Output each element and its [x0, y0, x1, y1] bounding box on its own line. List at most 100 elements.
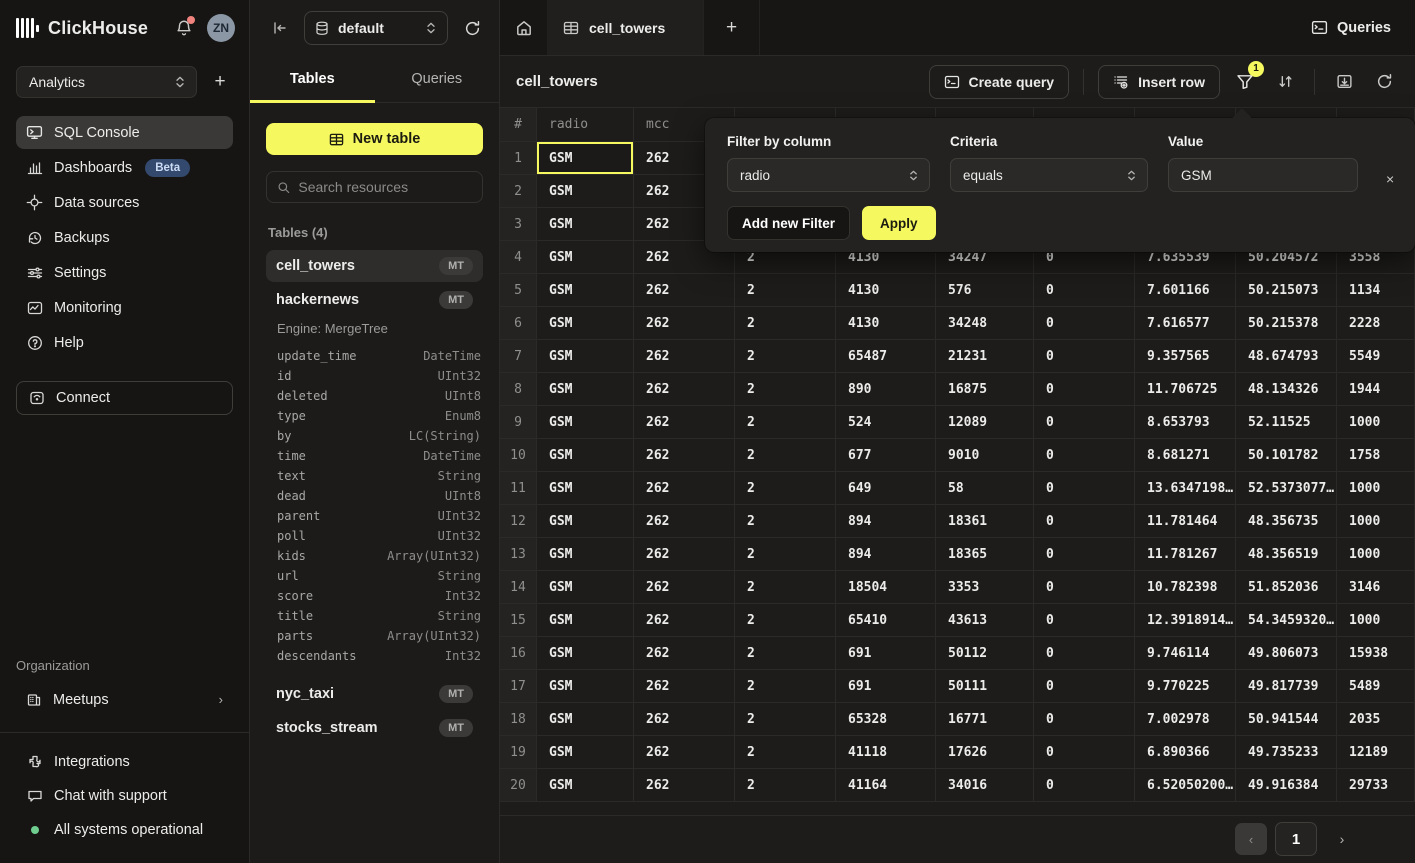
data-cell[interactable]: 16771 [936, 703, 1034, 735]
data-cell[interactable]: 2 [735, 406, 836, 438]
data-cell[interactable]: 262 [634, 307, 735, 339]
avatar[interactable]: ZN [207, 14, 235, 42]
data-cell[interactable]: 9.746114 [1135, 637, 1236, 669]
data-cell[interactable]: 48.356735 [1236, 505, 1337, 537]
data-cell[interactable]: 2 [735, 637, 836, 669]
data-cell[interactable]: 8.681271 [1135, 439, 1236, 471]
data-cell[interactable]: GSM [537, 505, 634, 537]
data-cell[interactable]: 262 [634, 274, 735, 306]
data-cell[interactable]: 1000 [1337, 604, 1415, 636]
data-cell[interactable]: 894 [836, 505, 936, 537]
data-cell[interactable]: 51.852036 [1236, 571, 1337, 603]
data-cell[interactable]: 2228 [1337, 307, 1415, 339]
data-cell[interactable]: 5549 [1337, 340, 1415, 372]
data-cell[interactable]: 50111 [936, 670, 1034, 702]
data-cell[interactable]: 1000 [1337, 505, 1415, 537]
data-cell[interactable]: 0 [1034, 571, 1135, 603]
home-button[interactable] [500, 0, 547, 55]
filter-column-select[interactable]: radio [727, 158, 930, 192]
data-cell[interactable]: 0 [1034, 274, 1135, 306]
data-cell[interactable]: 9.357565 [1135, 340, 1236, 372]
data-cell[interactable]: 0 [1034, 439, 1135, 471]
data-cell[interactable]: 2 [735, 505, 836, 537]
data-cell[interactable]: 9.770225 [1135, 670, 1236, 702]
data-cell[interactable]: 48.134326 [1236, 373, 1337, 405]
data-cell[interactable]: 11.781464 [1135, 505, 1236, 537]
prev-page-button[interactable]: ‹ [1235, 823, 1267, 855]
data-cell[interactable]: 262 [634, 538, 735, 570]
data-cell[interactable]: 262 [634, 637, 735, 669]
table-item-hackernews[interactable]: hackernews MT [266, 284, 483, 316]
row-number-header[interactable]: # [500, 108, 537, 141]
database-select[interactable]: default [304, 11, 448, 45]
data-cell[interactable]: 576 [936, 274, 1034, 306]
data-cell[interactable]: GSM [537, 670, 634, 702]
data-cell[interactable]: 54.3459320… [1236, 604, 1337, 636]
sidebar-item-help[interactable]: Help [16, 326, 233, 359]
data-cell[interactable]: GSM [537, 736, 634, 768]
insert-row-button[interactable]: Insert row [1098, 65, 1220, 99]
data-cell[interactable]: 50112 [936, 637, 1034, 669]
data-cell[interactable]: 15938 [1337, 637, 1415, 669]
data-cell[interactable]: 1134 [1337, 274, 1415, 306]
data-cell[interactable]: 2 [735, 736, 836, 768]
data-cell[interactable]: 0 [1034, 538, 1135, 570]
refresh-tables-button[interactable] [460, 16, 485, 41]
data-cell[interactable]: 524 [836, 406, 936, 438]
data-cell[interactable]: 8.653793 [1135, 406, 1236, 438]
data-cell[interactable]: 649 [836, 472, 936, 504]
refresh-table-button[interactable] [1369, 67, 1399, 97]
data-cell[interactable]: 262 [634, 472, 735, 504]
data-cell[interactable]: 43613 [936, 604, 1034, 636]
tab-queries[interactable]: Queries [375, 56, 500, 102]
data-cell[interactable]: 2 [735, 703, 836, 735]
data-cell[interactable]: 65410 [836, 604, 936, 636]
data-cell[interactable]: 0 [1034, 406, 1135, 438]
data-cell[interactable]: 2 [735, 472, 836, 504]
data-cell[interactable]: 677 [836, 439, 936, 471]
data-cell[interactable]: 50.215378 [1236, 307, 1337, 339]
data-cell[interactable]: 0 [1034, 307, 1135, 339]
data-cell[interactable]: 0 [1034, 703, 1135, 735]
data-cell[interactable]: 691 [836, 637, 936, 669]
add-new-filter-button[interactable]: Add new Filter [727, 206, 850, 240]
data-cell[interactable]: 2 [735, 340, 836, 372]
data-cell[interactable]: 49.735233 [1236, 736, 1337, 768]
data-cell[interactable]: 10.782398 [1135, 571, 1236, 603]
criteria-select[interactable]: equals [950, 158, 1148, 192]
data-cell[interactable]: 49.806073 [1236, 637, 1337, 669]
create-query-button[interactable]: Create query [929, 65, 1070, 99]
data-cell[interactable]: 12089 [936, 406, 1034, 438]
table-item-nyc-taxi[interactable]: nyc_taxi MT [266, 678, 483, 710]
data-cell[interactable]: 21231 [936, 340, 1034, 372]
data-cell[interactable]: 18504 [836, 571, 936, 603]
data-cell[interactable]: 49.916384 [1236, 769, 1337, 801]
data-cell[interactable]: 262 [634, 703, 735, 735]
data-cell[interactable]: 262 [634, 373, 735, 405]
data-cell[interactable]: 1000 [1337, 406, 1415, 438]
data-cell[interactable]: 262 [634, 439, 735, 471]
data-cell[interactable]: GSM [537, 472, 634, 504]
data-cell[interactable]: 2035 [1337, 703, 1415, 735]
filter-value-input[interactable] [1168, 158, 1358, 192]
data-cell[interactable]: 691 [836, 670, 936, 702]
data-cell[interactable]: 0 [1034, 472, 1135, 504]
table-item-cell-towers[interactable]: cell_towers MT [266, 250, 483, 282]
data-cell[interactable]: 16875 [936, 373, 1034, 405]
data-cell[interactable]: 262 [634, 505, 735, 537]
data-cell[interactable]: 0 [1034, 604, 1135, 636]
data-cell[interactable]: 2 [735, 670, 836, 702]
data-cell[interactable]: 50.215073 [1236, 274, 1337, 306]
data-cell[interactable]: 2 [735, 538, 836, 570]
data-cell[interactable]: 1944 [1337, 373, 1415, 405]
data-cell[interactable]: 0 [1034, 373, 1135, 405]
data-cell[interactable]: 13.6347198… [1135, 472, 1236, 504]
data-cell[interactable]: 2 [735, 307, 836, 339]
add-workspace-button[interactable]: + [207, 69, 233, 95]
data-cell[interactable]: 2 [735, 769, 836, 801]
data-cell[interactable]: 1000 [1337, 538, 1415, 570]
search-box[interactable] [266, 171, 483, 203]
data-cell[interactable]: 0 [1034, 769, 1135, 801]
data-cell[interactable]: 7.002978 [1135, 703, 1236, 735]
data-cell[interactable]: 2 [735, 604, 836, 636]
